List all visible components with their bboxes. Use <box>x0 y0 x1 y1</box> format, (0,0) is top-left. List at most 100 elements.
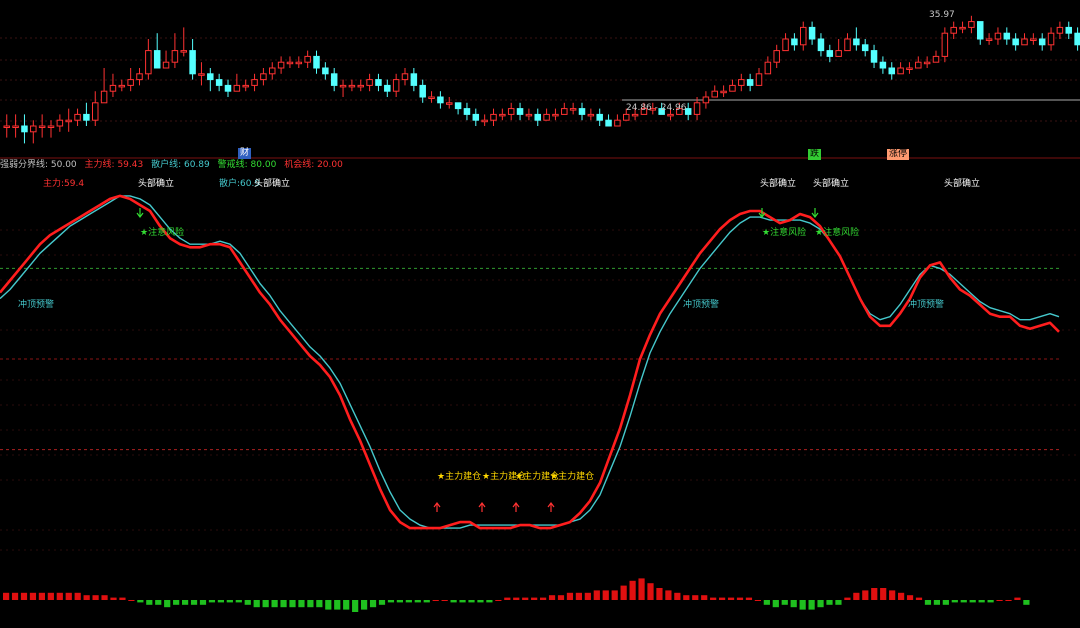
candle-body <box>322 67 329 75</box>
volume-bar <box>566 592 574 600</box>
top-confirm-label: 头部确立 <box>138 179 175 189</box>
candle-body <box>30 125 37 133</box>
candle-body <box>578 108 586 115</box>
candle-body <box>12 125 19 128</box>
candle-body <box>755 73 763 86</box>
candle-body <box>339 84 347 88</box>
volume-bar <box>522 597 529 600</box>
volume-bar <box>531 597 538 600</box>
candle-body <box>392 79 400 92</box>
candle-body <box>1038 38 1046 46</box>
volume-bar <box>56 592 63 600</box>
candle-body <box>481 119 488 123</box>
chart-canvas[interactable] <box>0 0 1080 628</box>
volume-bar <box>262 600 269 608</box>
main-line-value: 主力线: 59.43 <box>84 160 144 170</box>
candle-body <box>764 61 772 75</box>
volume-bar <box>226 600 233 603</box>
candle-body <box>1030 38 1037 41</box>
candle-body <box>791 38 798 46</box>
candle-body <box>516 108 524 115</box>
candle-body <box>153 50 161 69</box>
volume-bar <box>253 600 260 608</box>
volume-bar <box>486 600 493 603</box>
candle-body <box>711 90 718 98</box>
candle-body <box>3 125 10 128</box>
volume-bar <box>423 600 430 603</box>
warning-line-value: 警戒线: 80.00 <box>217 160 277 170</box>
volume-bar <box>906 595 914 600</box>
volume-bar <box>853 592 860 600</box>
candle-body <box>994 32 1002 40</box>
candle-body <box>738 79 745 86</box>
candle-body <box>1074 32 1080 46</box>
volume-bar <box>11 592 19 600</box>
volume-bar <box>898 592 905 600</box>
build-position-label: ★主力建仓 <box>437 472 482 482</box>
candle-body <box>525 113 533 117</box>
volume-bar <box>217 600 224 603</box>
candle-body <box>702 96 710 104</box>
volume-bar <box>208 600 216 603</box>
volume-bar <box>325 600 332 610</box>
volume-bar <box>396 600 403 603</box>
volume-bar <box>593 590 600 600</box>
candle-body <box>198 73 205 76</box>
candle-body <box>932 55 940 63</box>
volume-bar <box>978 600 985 603</box>
volume-bar <box>710 597 717 600</box>
candle-body <box>817 38 825 52</box>
candle-body <box>180 50 187 53</box>
candle-body <box>746 79 754 86</box>
candle-body <box>826 50 834 57</box>
low-price-label: 24.86 - 24.96 <box>626 103 687 113</box>
candle-body <box>552 113 559 117</box>
candle-body <box>1021 38 1028 46</box>
volume-bar <box>65 592 72 600</box>
volume-bar <box>361 600 368 610</box>
volume-bar <box>799 600 806 610</box>
candle-body <box>92 102 99 121</box>
volume-bar <box>271 600 278 608</box>
limit-up-marker: 涨停 <box>887 149 910 160</box>
volume-bar <box>584 592 591 600</box>
volume-bar <box>92 595 99 600</box>
candle-body <box>631 113 639 117</box>
volume-bar <box>602 590 609 600</box>
candle-body <box>941 32 949 57</box>
volume-bar <box>352 600 359 612</box>
candle-body <box>419 84 426 98</box>
volume-bar <box>477 600 484 603</box>
volume-bar <box>110 597 117 600</box>
volume-bar <box>620 585 627 600</box>
candle-body <box>260 73 267 81</box>
volume-bar <box>164 600 171 608</box>
candle-body <box>959 26 966 30</box>
volume-bar <box>736 597 744 600</box>
stock-chart-window: 强弱分界线: 50.00 主力线: 59.43 散户线: 60.89 警戒线: … <box>0 0 1080 628</box>
volume-bar <box>808 600 815 610</box>
candle-body <box>1012 38 1019 46</box>
candle-body <box>1047 32 1055 46</box>
candle-body <box>330 73 338 86</box>
volume-bar <box>244 600 251 605</box>
volume-bar <box>951 600 958 603</box>
candle-body <box>861 44 869 52</box>
candle-body <box>428 96 435 99</box>
volume-bar <box>378 600 386 605</box>
candle-body <box>614 119 621 127</box>
volume-bar <box>459 600 466 603</box>
volume-bar <box>727 597 735 600</box>
candle-body <box>215 79 223 86</box>
volume-bar <box>781 600 788 605</box>
candle-body <box>808 26 816 40</box>
candle-body <box>366 79 373 86</box>
rush-top-label: 冲顶预警 <box>908 300 945 310</box>
volume-bar <box>638 578 645 600</box>
candle-body <box>65 119 72 123</box>
volume-bar <box>468 600 475 603</box>
volume-bar <box>137 600 144 603</box>
candle-body <box>950 26 957 34</box>
build-position-label: ★主力建仓 <box>550 472 595 482</box>
candle-body <box>507 108 515 115</box>
